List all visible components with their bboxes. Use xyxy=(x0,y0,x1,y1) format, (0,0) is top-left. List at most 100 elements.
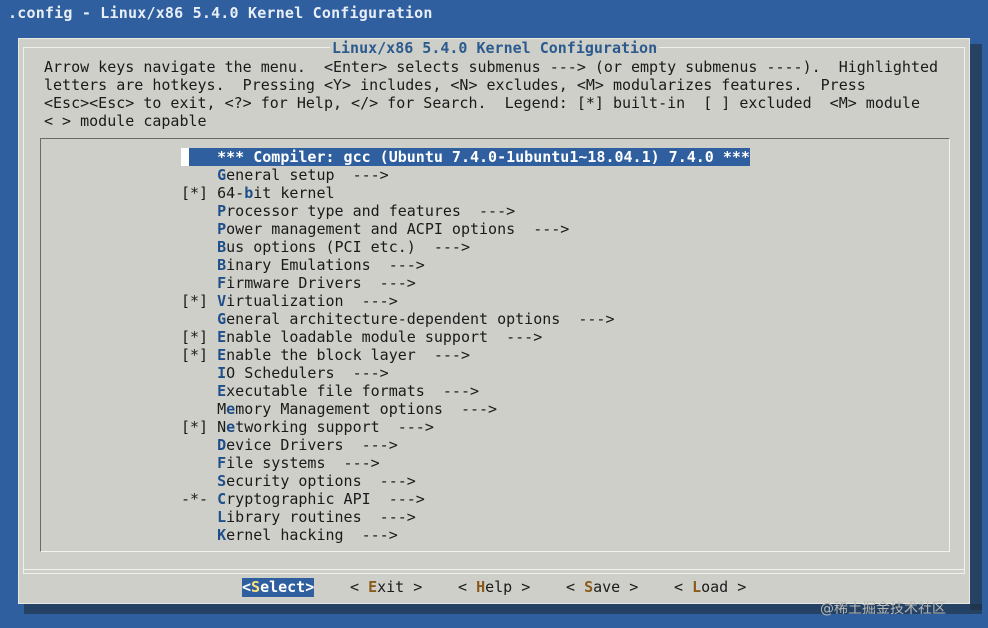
menu-item[interactable]: Power management and ACPI options ---> xyxy=(181,220,569,238)
menu-item-marker: [*] xyxy=(181,346,218,364)
menu-item[interactable]: Firmware Drivers ---> xyxy=(181,274,416,292)
button-hotkey: S xyxy=(584,578,594,596)
menu-item-label: rocessor type and features ---> xyxy=(226,202,516,220)
menu-item-marker xyxy=(181,238,217,256)
menu-item[interactable]: [*] Networking support ---> xyxy=(181,418,434,436)
menu-item-label: inary Emulations ---> xyxy=(226,256,425,274)
button-text: < xyxy=(674,578,693,596)
menu-item-label: eneral architecture-dependent options --… xyxy=(226,310,615,328)
menu-item[interactable]: [*] Virtualization ---> xyxy=(181,292,398,310)
button-text: xit > xyxy=(377,578,423,596)
button-text: oad > xyxy=(701,578,747,596)
exit-button[interactable]: < Exit > xyxy=(350,578,422,597)
menu-item-hotkey: G xyxy=(217,310,227,328)
menu-item[interactable]: Kernel hacking ---> xyxy=(181,526,398,544)
menu-item-label: ibrary routines ---> xyxy=(226,508,416,526)
menu-item[interactable]: [*] Enable the block layer ---> xyxy=(181,346,470,364)
menu-item-label: it kernel xyxy=(253,184,335,202)
button-hotkey: H xyxy=(476,578,486,596)
menu-item-marker: [*] xyxy=(181,328,218,346)
help-line: Arrow keys navigate the menu. <Enter> se… xyxy=(44,58,939,76)
menu-item[interactable]: [*] Enable loadable module support ---> xyxy=(181,328,542,346)
menu-item-hotkey: F xyxy=(217,454,227,472)
menu-item-marker: [*] xyxy=(181,292,218,310)
menu-item-hotkey: b xyxy=(244,184,254,202)
save-button[interactable]: < Save > xyxy=(566,578,638,597)
load-button[interactable]: < Load > xyxy=(674,578,746,597)
menu-item-marker xyxy=(181,274,217,292)
button-text: < xyxy=(242,578,252,596)
menu-item-hotkey: V xyxy=(217,292,227,310)
menu-item[interactable]: *** Compiler: gcc (Ubuntu 7.4.0-1ubuntu1… xyxy=(181,148,750,166)
menu-item-hotkey: P xyxy=(217,220,227,238)
menu-item-label: mory Management options ---> xyxy=(235,400,498,418)
menu-item-hotkey: e xyxy=(226,400,236,418)
menu-item-label: *** Compiler: gcc (Ubuntu 7.4.0-1ubuntu1… xyxy=(208,148,750,166)
menu-item-label: evice Drivers ---> xyxy=(226,436,398,454)
menu-item[interactable]: Bus options (PCI etc.) ---> xyxy=(181,238,470,256)
help-line: < > module capable xyxy=(44,112,207,130)
menu-item[interactable]: File systems ---> xyxy=(181,454,380,472)
button-text: elect> xyxy=(260,578,315,596)
button-text: < xyxy=(566,578,585,596)
menu-item-label: eneral setup ---> xyxy=(226,166,389,184)
menu-item-marker: [*] xyxy=(181,184,218,202)
menu-item-hotkey: e xyxy=(226,418,236,436)
menu-item-label: us options (PCI etc.) ---> xyxy=(226,238,470,256)
dialog-title: Linux/x86 5.4.0 Kernel Configuration xyxy=(330,39,660,57)
menu-item-label: nable loadable module support ---> xyxy=(226,328,543,346)
menu-item[interactable]: Security options ---> xyxy=(181,472,416,490)
menu-item-hotkey: F xyxy=(217,274,227,292)
menu-item-marker xyxy=(181,400,217,418)
menu-item[interactable]: Executable file formats ---> xyxy=(181,382,479,400)
menu-item-hotkey: D xyxy=(217,436,227,454)
menu-item-label: O Schedulers ---> xyxy=(226,364,389,382)
button-text: < xyxy=(350,578,369,596)
select-button[interactable]: <Select> xyxy=(242,578,315,597)
kernel-config-dialog: Linux/x86 5.4.0 Kernel Configuration Arr… xyxy=(18,38,970,604)
menu-item-label: 64- xyxy=(217,184,245,202)
menu-item-marker xyxy=(181,166,217,184)
menu-item-hotkey: E xyxy=(217,346,227,364)
menu-item[interactable]: General architecture-dependent options -… xyxy=(181,310,614,328)
menu-item-hotkey: G xyxy=(217,166,227,184)
menu-item-marker xyxy=(181,202,217,220)
menu-item-label: M xyxy=(217,400,227,418)
help-line: letters are hotkeys. Pressing <Y> includ… xyxy=(44,76,866,94)
menu-item-label: nable the block layer ---> xyxy=(226,346,470,364)
menu-item-hotkey: S xyxy=(217,472,227,490)
menu-item[interactable]: IO Schedulers ---> xyxy=(181,364,389,382)
help-button[interactable]: < Help > xyxy=(458,578,530,597)
menu-item-marker xyxy=(181,310,217,328)
menu-item-hotkey: E xyxy=(217,328,227,346)
menu-item-label: ryptographic API ---> xyxy=(226,490,425,508)
menu-list[interactable]: *** Compiler: gcc (Ubuntu 7.4.0-1ubuntu1… xyxy=(40,138,950,552)
menu-item-label: tworking support ---> xyxy=(235,418,434,436)
menu-item-marker xyxy=(181,436,217,454)
menu-item-label: irtualization ---> xyxy=(226,292,398,310)
menu-item-label: ecurity options ---> xyxy=(226,472,416,490)
menu-item-hotkey: K xyxy=(217,526,227,544)
menu-item[interactable]: [*] 64-bit kernel xyxy=(181,184,335,202)
button-bar: <Select> < Exit > < Help > < Save > < Lo… xyxy=(18,578,970,598)
menu-item-hotkey: P xyxy=(217,202,227,220)
menu-item-marker xyxy=(181,382,217,400)
watermark: @稀土掘金技术社区 xyxy=(820,601,946,617)
button-text: < xyxy=(458,578,477,596)
menu-item[interactable]: -*- Cryptographic API ---> xyxy=(181,490,425,508)
menu-item[interactable]: Memory Management options ---> xyxy=(181,400,497,418)
menu-item-hotkey: B xyxy=(217,256,227,274)
menu-item-marker: -*- xyxy=(181,490,218,508)
menu-item-label: xecutable file formats ---> xyxy=(226,382,480,400)
menu-item-marker xyxy=(181,220,217,238)
menu-item[interactable]: Binary Emulations ---> xyxy=(181,256,425,274)
menu-item-hotkey: L xyxy=(217,508,227,526)
menu-item-label: ile systems ---> xyxy=(226,454,380,472)
menu-item-marker xyxy=(181,256,217,274)
menu-item[interactable]: Device Drivers ---> xyxy=(181,436,398,454)
menu-item[interactable]: Library routines ---> xyxy=(181,508,416,526)
menu-item-label: ernel hacking ---> xyxy=(226,526,398,544)
menu-item[interactable]: Processor type and features ---> xyxy=(181,202,515,220)
help-line: <Esc><Esc> to exit, <?> for Help, </> fo… xyxy=(44,94,920,112)
menu-item[interactable]: General setup ---> xyxy=(181,166,389,184)
